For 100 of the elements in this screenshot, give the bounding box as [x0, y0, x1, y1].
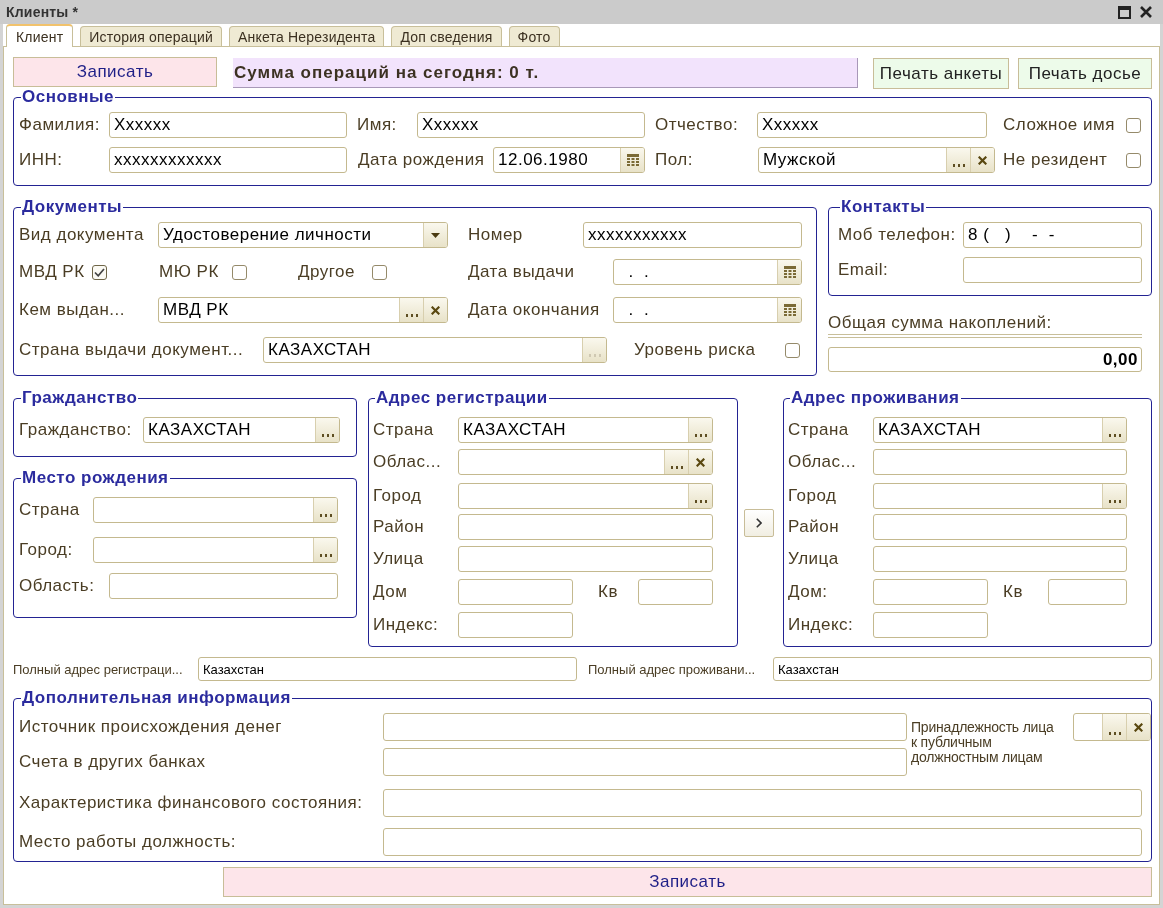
calendar-button[interactable] [777, 298, 801, 322]
text-field[interactable] [873, 579, 988, 605]
date-field[interactable]: . . [613, 297, 802, 323]
maximize-icon[interactable] [1118, 5, 1131, 19]
date-field[interactable]: 12.06.1980 [493, 147, 645, 173]
text-field[interactable] [383, 713, 907, 741]
field-label: Отчество: [655, 115, 739, 135]
select-button[interactable] [1102, 418, 1126, 442]
checkbox[interactable] [372, 264, 387, 280]
text-field[interactable] [458, 612, 573, 638]
text-field[interactable]: Казахстан [198, 657, 577, 681]
text-field[interactable]: Xxxxxx [757, 112, 987, 138]
field-label: Гражданство: [19, 420, 132, 440]
text-field[interactable] [963, 257, 1142, 283]
tab[interactable]: Доп сведения [391, 26, 502, 46]
save-button[interactable]: Записать [223, 867, 1152, 897]
text-field[interactable] [458, 514, 713, 540]
text-field[interactable] [873, 546, 1127, 572]
calendar-button[interactable] [777, 260, 801, 284]
field-label: Полный адрес регистраци... [13, 661, 183, 677]
clear-button[interactable] [423, 298, 447, 322]
tab[interactable]: Анкета Нерезидента [229, 26, 385, 46]
arrow-button[interactable] [744, 509, 774, 537]
checkbox-label: Сложное имя [1003, 115, 1115, 135]
print-button[interactable]: Печать анкеты [873, 58, 1009, 89]
select-field[interactable]: Мужской [758, 147, 995, 173]
text-field[interactable] [638, 579, 713, 605]
group-title: Основные [21, 88, 116, 106]
select-field[interactable] [93, 497, 338, 523]
tab[interactable]: История операций [80, 26, 223, 46]
text-field[interactable] [458, 579, 573, 605]
select-button[interactable] [688, 418, 712, 442]
tab[interactable]: Клиент [6, 24, 74, 47]
text-field[interactable]: Xxxxxx [109, 112, 347, 138]
text-field[interactable] [383, 828, 1142, 856]
field-label: Дом [373, 582, 408, 602]
select-button[interactable] [313, 538, 337, 562]
dropdown-field[interactable]: Удостоверение личности [158, 222, 448, 248]
field-label: Моб телефон: [838, 225, 956, 245]
caret-icon [431, 232, 440, 238]
field-label: Страна [19, 500, 80, 520]
field-label: Облас... [373, 452, 442, 472]
select-button[interactable] [399, 298, 423, 322]
checkbox[interactable] [1126, 117, 1141, 133]
text-field[interactable] [109, 573, 338, 599]
select-field[interactable]: КАЗАХСТАН [458, 417, 713, 443]
calendar-icon [783, 266, 796, 278]
clear-button[interactable] [688, 450, 712, 474]
select-button[interactable] [1102, 484, 1126, 508]
text-field[interactable] [383, 789, 1142, 817]
select-field[interactable]: МВД РК [158, 297, 448, 323]
text-field[interactable] [383, 748, 907, 776]
select-button[interactable] [946, 148, 970, 172]
checkbox[interactable] [232, 264, 247, 280]
field-label: Принадлежность лица к публичным должностным лицам [911, 719, 1054, 765]
select-field[interactable]: КАЗАХСТАН [873, 417, 1127, 443]
cross-icon [1134, 722, 1143, 732]
ellipsis-icon [1108, 732, 1121, 735]
clear-button[interactable] [1126, 714, 1150, 740]
group-title: Контакты [840, 198, 927, 216]
select-field[interactable] [873, 483, 1127, 509]
text-field[interactable] [1048, 579, 1127, 605]
select-button[interactable] [1102, 714, 1126, 740]
field-label: Вид документа [19, 225, 144, 245]
select-field[interactable] [1073, 713, 1151, 741]
checkbox[interactable] [785, 342, 800, 358]
select-button[interactable] [688, 484, 712, 508]
checkbox[interactable] [1126, 152, 1141, 168]
print-button[interactable]: Печать досье [1018, 58, 1152, 89]
tab[interactable]: Фото [508, 26, 560, 46]
cross-icon [431, 305, 440, 315]
select-field[interactable]: КАЗАХСТАН [263, 337, 607, 363]
select-field[interactable] [458, 449, 713, 475]
text-field[interactable]: Казахстан [773, 657, 1152, 681]
text-field[interactable]: Xxxxxx [417, 112, 645, 138]
close-icon[interactable] [1140, 6, 1152, 18]
checkbox[interactable] [92, 264, 107, 280]
field-label: Полный адрес проживани... [588, 661, 756, 677]
save-button[interactable]: Записать [13, 57, 217, 87]
field-label: Место работы должность: [19, 832, 237, 852]
select-field[interactable]: КАЗАХСТАН [143, 417, 340, 443]
text-field[interactable] [873, 449, 1127, 475]
calendar-button[interactable] [620, 148, 644, 172]
text-field[interactable]: xxxxxxxxxxxx [109, 147, 347, 173]
text-field[interactable] [873, 514, 1127, 540]
text-field[interactable] [458, 546, 713, 572]
text-field[interactable]: xxxxxxxxxxx [583, 222, 802, 248]
select-field[interactable] [458, 483, 713, 509]
ellipsis-icon [319, 554, 332, 557]
dropdown-button[interactable] [423, 223, 447, 247]
ellipsis-icon [670, 466, 683, 469]
date-field[interactable]: . . [613, 259, 802, 285]
text-field[interactable]: 8 ( ) - - [963, 222, 1142, 248]
select-field[interactable] [93, 537, 338, 563]
select-button[interactable] [313, 498, 337, 522]
select-button[interactable] [315, 418, 339, 442]
savings-field[interactable]: 0,00 [828, 347, 1142, 372]
clear-button[interactable] [970, 148, 994, 172]
select-button[interactable] [664, 450, 688, 474]
text-field[interactable] [873, 612, 988, 638]
